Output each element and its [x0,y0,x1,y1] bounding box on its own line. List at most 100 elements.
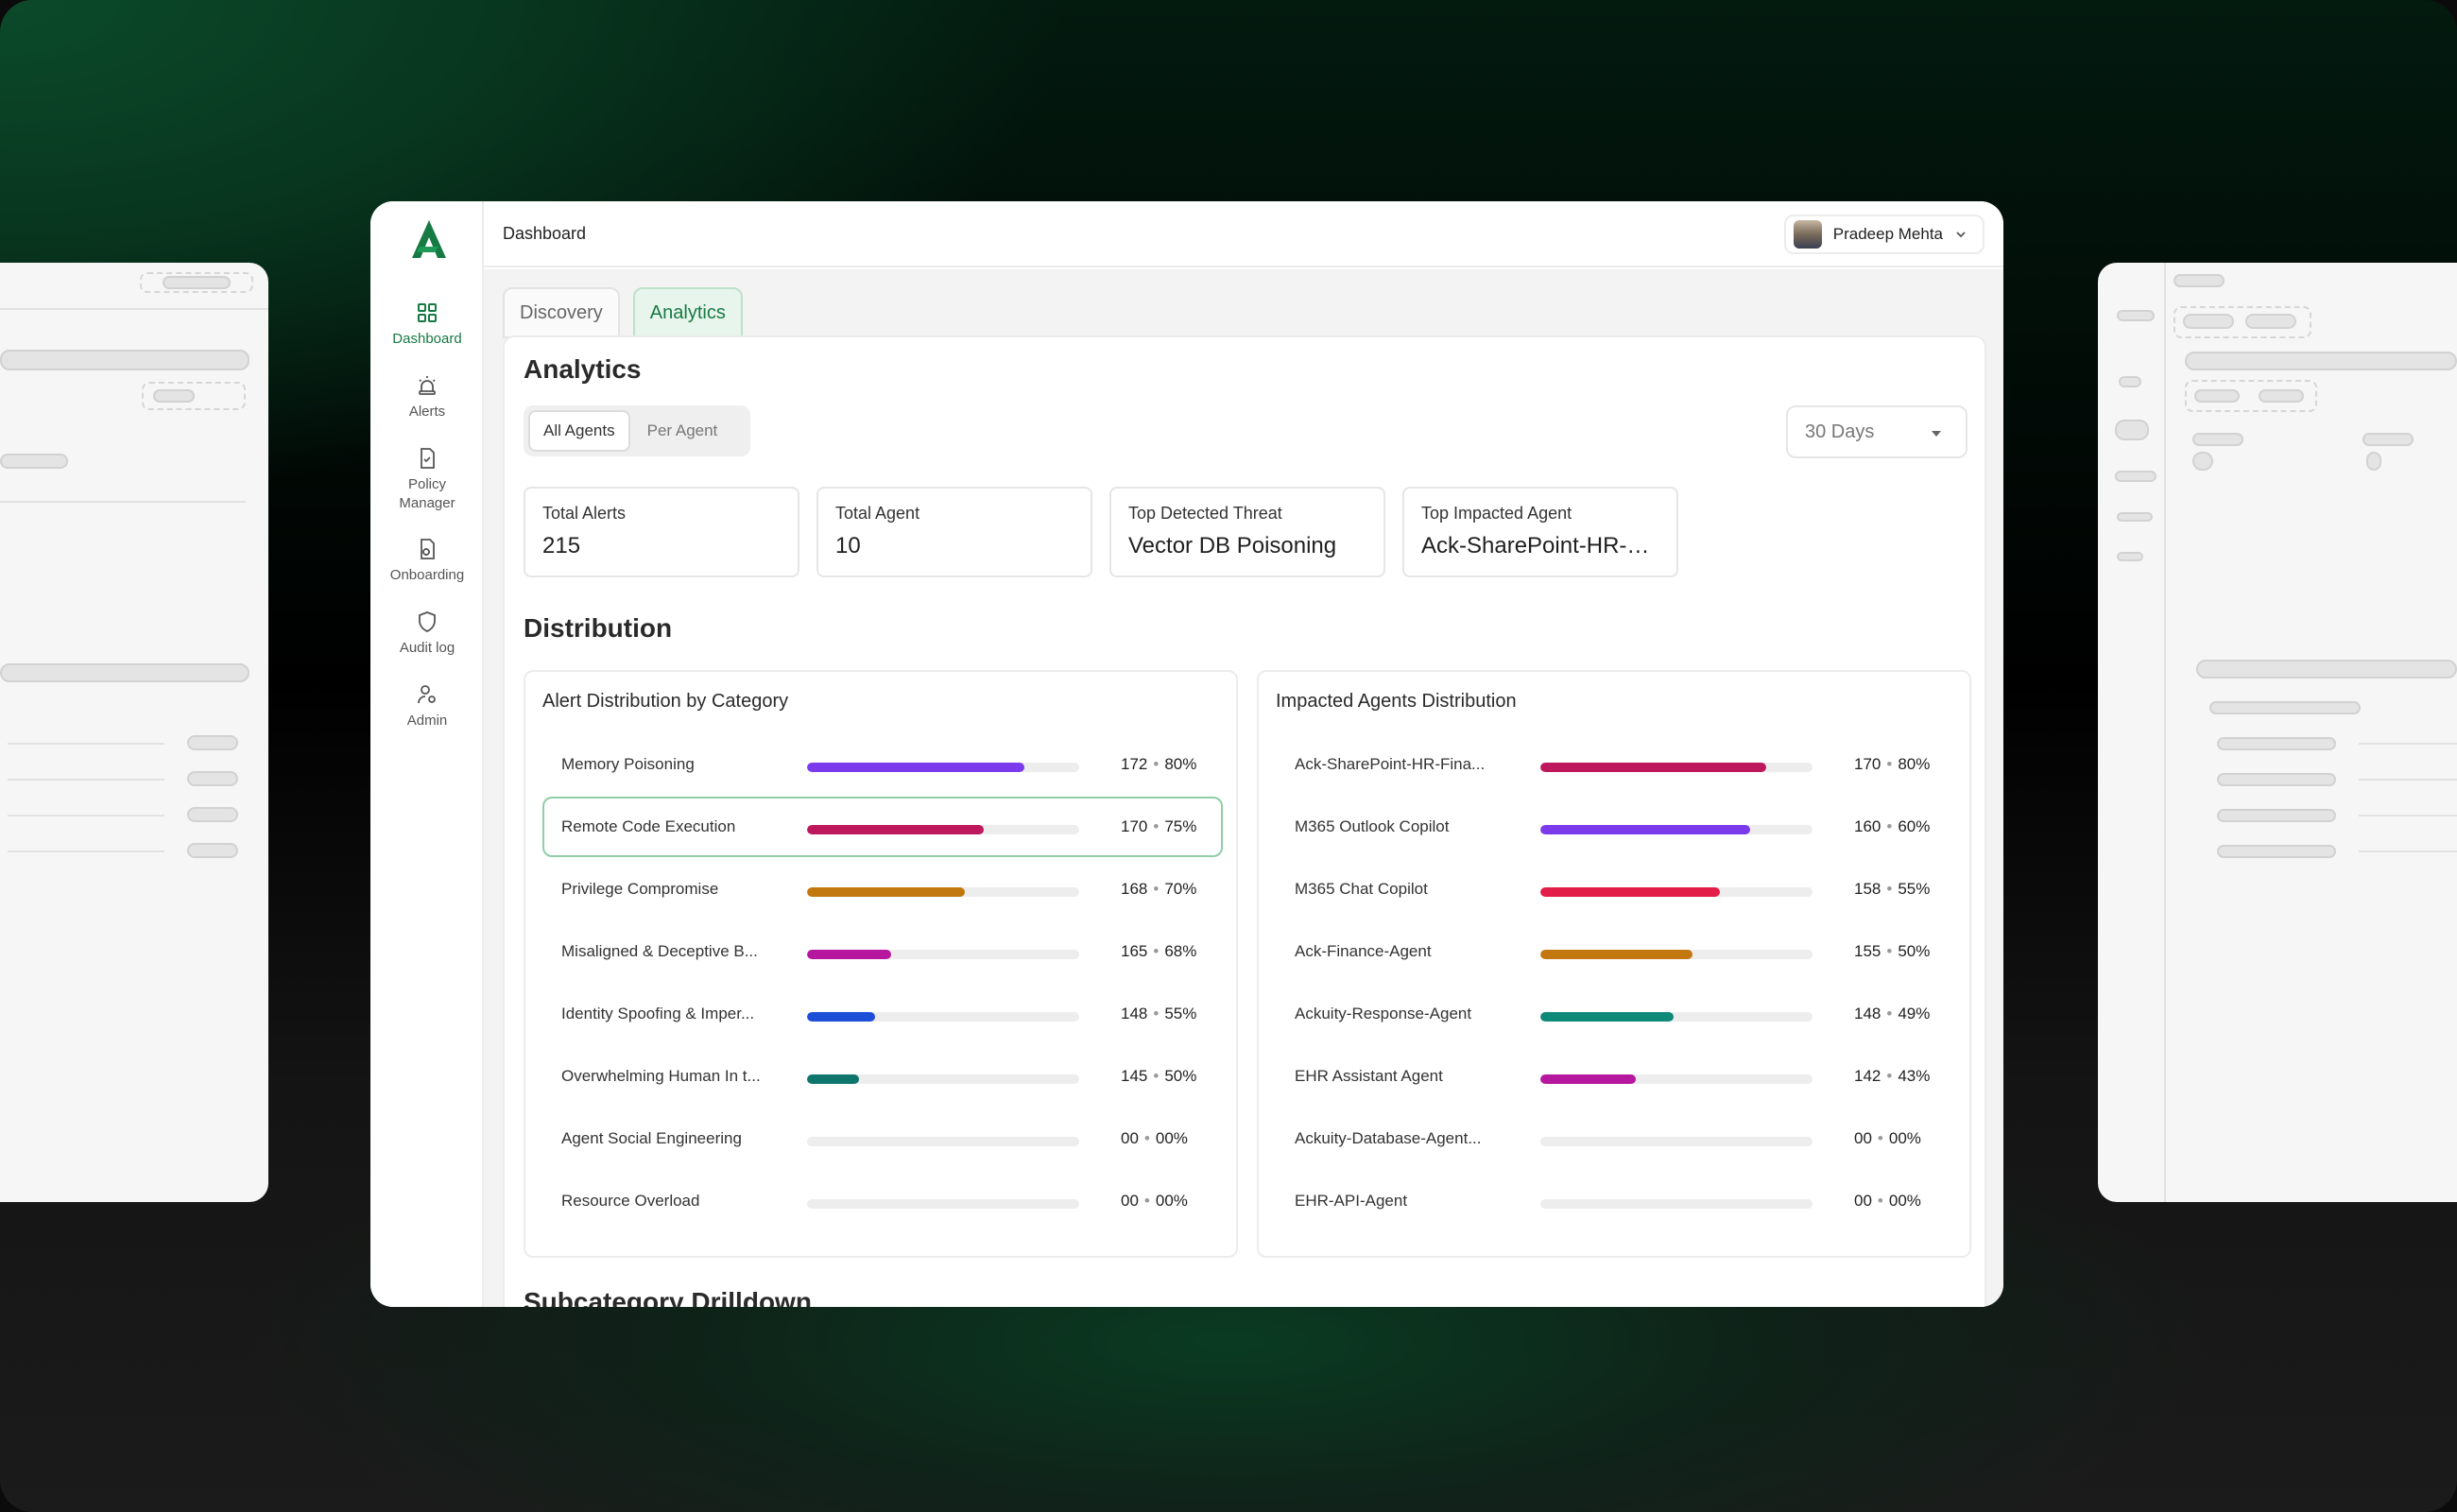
row-stat: 00 • 00% [1854,1192,1921,1211]
separator-dot: • [1886,755,1893,773]
agents-distribution-card: Impacted Agents Distribution Ack-SharePo… [1257,670,1971,1258]
breadcrumb[interactable]: Dashboard [503,224,586,244]
row-label: EHR-API-Agent [1295,1192,1408,1210]
row-stat: 170 • 80% [1854,755,1930,774]
distribution-row[interactable]: M365 Outlook Copilot 160 • 60% [1276,797,1956,857]
tab-discovery[interactable]: Discovery [503,287,620,338]
distribution-row[interactable]: Misaligned & Deceptive B... 165 • 68% [542,921,1223,982]
row-percent: 50% [1898,942,1931,960]
sidebar-item-audit-log[interactable]: Audit log [370,610,484,658]
distribution-row[interactable]: Remote Code Execution 170 • 75% [542,797,1223,857]
card-title: Alert Distribution by Category [542,691,789,712]
separator-dot: • [1886,880,1893,898]
distribution-row[interactable]: Ackuity-Response-Agent 148 • 49% [1276,984,1956,1044]
progress-track [807,825,1079,834]
row-label: M365 Chat Copilot [1295,880,1428,898]
distribution-row[interactable]: EHR-API-Agent 00 • 00% [1276,1171,1956,1231]
progress-track [1540,887,1813,897]
row-count: 00 [1854,1192,1872,1210]
progress-track [1540,1137,1813,1146]
row-percent: 80% [1898,755,1931,773]
kpi-label: Top Detected Threat [1128,504,1282,523]
row-count: 145 [1121,1067,1148,1085]
distribution-row[interactable]: Privilege Compromise 168 • 70% [542,859,1223,919]
row-count: 158 [1854,880,1881,898]
progress-fill [807,825,985,834]
distribution-row[interactable]: EHR Assistant Agent 142 • 43% [1276,1046,1956,1107]
distribution-row[interactable]: Identity Spoofing & Imper... 148 • 55% [542,984,1223,1044]
row-percent: 43% [1898,1067,1931,1085]
distribution-row[interactable]: Memory Poisoning 172 • 80% [542,734,1223,795]
date-range-select[interactable]: 30 Days [1786,405,1967,458]
row-label: Ack-SharePoint-HR-Fina... [1295,755,1486,773]
progress-fill [1540,1012,1675,1022]
row-count: 148 [1854,1005,1881,1022]
per-agent-option[interactable]: Per Agent [634,410,731,452]
kpi-top-impacted-agent: Top Impacted Agent Ack-SharePoint-HR-Fin… [1402,487,1678,577]
progress-track [1540,950,1813,959]
sidebar-item-label: Onboarding [389,567,465,583]
progress-track [807,1012,1079,1022]
row-label: Agent Social Engineering [561,1129,742,1147]
progress-fill [1540,825,1750,834]
distribution-row[interactable]: Overwhelming Human In t... 145 • 50% [542,1046,1223,1107]
background-ghost-panel-right [2098,263,2457,1202]
row-label: Identity Spoofing & Imper... [561,1005,755,1022]
row-count: 00 [1854,1129,1872,1147]
row-percent: 00% [1155,1129,1188,1147]
row-percent: 00% [1155,1192,1188,1210]
row-percent: 80% [1164,755,1197,773]
row-count: 148 [1121,1005,1148,1022]
distribution-row[interactable]: Ack-Finance-Agent 155 • 50% [1276,921,1956,982]
distribution-row[interactable]: Resource Overload 00 • 00% [542,1171,1223,1231]
sidebar-item-onboarding[interactable]: Onboarding [370,538,484,585]
distribution-row[interactable]: Ack-SharePoint-HR-Fina... 170 • 80% [1276,734,1956,795]
row-stat: 148 • 55% [1121,1005,1196,1023]
separator-dot: • [1153,942,1160,960]
sidebar-item-policy-manager[interactable]: Policy Manager [370,447,484,513]
row-stat: 155 • 50% [1854,942,1930,961]
date-range-value: 30 Days [1805,421,1875,442]
separator-dot: • [1153,755,1160,773]
row-count: 168 [1121,880,1148,898]
shield-icon [419,611,436,632]
progress-fill [807,950,892,959]
distribution-row[interactable]: Ackuity-Database-Agent... 00 • 00% [1276,1108,1956,1169]
kpi-value: 10 [835,533,861,558]
agent-scope-toggle: All Agents Per Agent [524,405,750,456]
progress-fill [807,1074,859,1084]
progress-track [1540,1199,1813,1209]
row-count: 155 [1854,942,1881,960]
background-ghost-panel-left [0,263,268,1202]
row-percent: 70% [1164,880,1197,898]
all-agents-option[interactable]: All Agents [528,410,630,452]
separator-dot: • [1877,1192,1883,1210]
row-stat: 165 • 68% [1121,942,1196,961]
sidebar-item-dashboard[interactable]: Dashboard [370,301,484,349]
user-menu[interactable]: Pradeep Mehta [1783,215,1984,254]
progress-track [1540,1012,1813,1022]
distribution-row[interactable]: Agent Social Engineering 00 • 00% [542,1108,1223,1169]
sidebar-item-admin[interactable]: Admin [370,683,484,730]
caret-down-icon [1932,431,1941,437]
progress-fill [1540,887,1721,897]
distribution-row[interactable]: M365 Chat Copilot 158 • 55% [1276,859,1956,919]
row-label: Misaligned & Deceptive B... [561,942,758,960]
avatar [1793,220,1822,249]
progress-fill [1540,950,1693,959]
row-stat: 00 • 00% [1854,1129,1921,1148]
grid-icon [418,303,437,322]
progress-track [807,763,1079,772]
row-stat: 142 • 43% [1854,1067,1930,1086]
category-distribution-card: Alert Distribution by Category Memory Po… [524,670,1238,1258]
tab-analytics[interactable]: Analytics [632,287,743,338]
sidebar: Dashboard Alerts Policy Manager Onboardi… [370,201,484,1307]
progress-track [1540,1074,1813,1084]
kpi-total-agent: Total Agent 10 [816,487,1092,577]
sidebar-item-alerts[interactable]: Alerts [370,374,484,421]
card-title: Impacted Agents Distribution [1276,691,1517,712]
brand-logo[interactable] [408,218,450,260]
progress-fill [807,763,1025,772]
row-percent: 50% [1164,1067,1197,1085]
row-stat: 168 • 70% [1121,880,1196,899]
